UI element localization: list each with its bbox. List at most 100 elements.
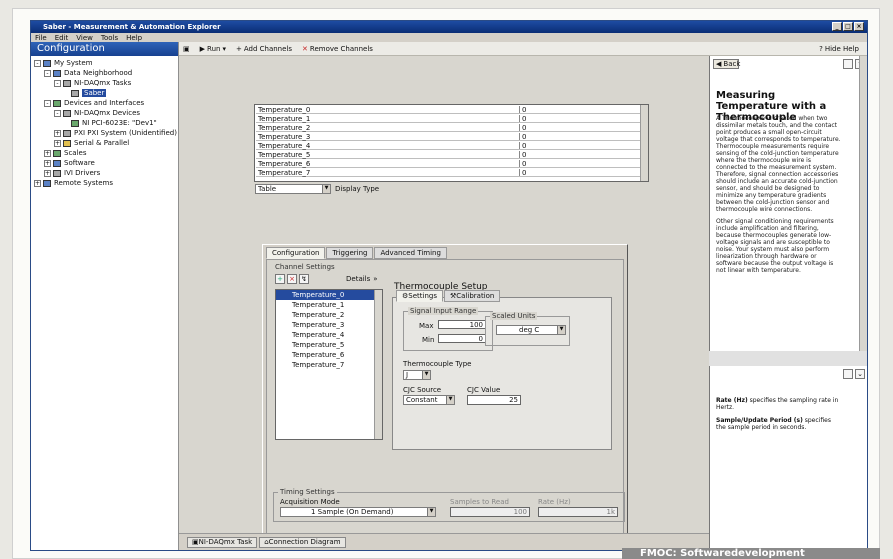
help-body: A Thermocouple is created when two dissi… — [716, 115, 841, 274]
tree-node-devices-interfaces[interactable]: - Devices and Interfaces — [31, 98, 178, 108]
tree-node-my-system[interactable]: - My System — [31, 58, 178, 68]
expand-icon[interactable]: + — [44, 169, 51, 177]
table-scrollbar[interactable] — [640, 105, 648, 181]
thermocouple-type-select[interactable]: J ▼ — [403, 370, 431, 380]
expand-icon[interactable]: + — [34, 179, 41, 187]
context-print-icon[interactable] — [843, 369, 853, 379]
table-row: Temperature_7 0 — [256, 169, 640, 177]
tree-label: PXI PXI System (Unidentified) — [74, 129, 177, 137]
run-label: Run — [207, 44, 221, 53]
list-item[interactable]: Temperature_0 — [276, 290, 382, 300]
calibration-label: Calibration — [456, 292, 495, 300]
help-scrollbar[interactable] — [859, 56, 867, 351]
list-item[interactable]: Temperature_6 — [276, 350, 382, 360]
tab-settings[interactable]: ⚙ Settings — [396, 290, 443, 302]
delete-channel-icon[interactable]: × — [287, 274, 297, 284]
list-item[interactable]: Temperature_7 — [276, 360, 382, 370]
tab-configuration[interactable]: Configuration — [266, 247, 326, 259]
expand-icon[interactable]: + — [54, 129, 61, 137]
tab-triggering[interactable]: Triggering — [326, 247, 374, 259]
task-icon: ▣ — [192, 538, 199, 546]
menu-edit[interactable]: Edit — [55, 34, 69, 42]
menu-view[interactable]: View — [76, 34, 93, 42]
expand-icon[interactable]: + — [44, 149, 51, 157]
details-control[interactable]: Details» — [346, 275, 378, 283]
list-item[interactable]: Temperature_5 — [276, 340, 382, 350]
channel-value: 0 — [522, 115, 527, 123]
tab-calibration[interactable]: ⚒ Calibration — [444, 290, 501, 302]
run-button[interactable]: ▶ Run ▾ — [200, 45, 226, 53]
display-type-label: Display Type — [335, 185, 380, 193]
min-input[interactable]: 0 — [438, 334, 486, 343]
tab-nidaqmx-task[interactable]: ▣ NI-DAQmx Task — [187, 536, 258, 548]
cjc-value-input[interactable]: 25 — [467, 395, 521, 405]
device-icon — [53, 99, 61, 107]
expand-icon[interactable]: + — [54, 139, 61, 147]
configuration-pane: Configuration - My System - Data Neighborh… — [31, 42, 179, 550]
remote-icon — [43, 179, 51, 187]
double-chevron-icon: » — [373, 275, 378, 283]
expand-icon[interactable]: + — [44, 159, 51, 167]
tree-node-serial-parallel[interactable]: + Serial & Parallel — [31, 138, 178, 148]
tree-label: NI PCI-6023E: "Dev1" — [82, 119, 157, 127]
list-item[interactable]: Temperature_4 — [276, 330, 382, 340]
tree-node-nidaqmx-tasks[interactable]: - NI-DAQmx Tasks — [31, 78, 178, 88]
units-select[interactable]: deg C ▼ — [496, 325, 566, 335]
close-button[interactable]: × — [854, 22, 864, 31]
acquisition-mode-select[interactable]: 1 Sample (On Demand) ▼ — [280, 507, 436, 517]
channel-value: 0 — [522, 151, 527, 159]
sample-help-title: Sample/Update Period (s) — [716, 417, 803, 424]
tree-node-ivi-drivers[interactable]: + IVI Drivers — [31, 168, 178, 178]
list-item[interactable]: Temperature_1 — [276, 300, 382, 310]
minimize-button[interactable]: _ — [832, 22, 842, 31]
list-item[interactable]: Temperature_3 — [276, 320, 382, 330]
tree-node-pxi-system[interactable]: + PXI PXI System (Unidentified) — [31, 128, 178, 138]
tree-node-pci-6023e[interactable]: NI PCI-6023E: "Dev1" — [31, 118, 178, 128]
tree-node-software[interactable]: + Software — [31, 158, 178, 168]
collapse-icon[interactable]: - — [54, 79, 61, 87]
channel-value: 0 — [522, 133, 527, 141]
collapse-icon[interactable]: - — [44, 69, 51, 77]
menu-help[interactable]: Help — [126, 34, 142, 42]
expand-help-icon[interactable]: ⌄ — [855, 369, 865, 379]
back-button[interactable]: ◀ Back — [713, 59, 740, 69]
save-button[interactable]: ▣ — [183, 45, 190, 53]
tree-node-saber[interactable]: Saber — [31, 88, 178, 98]
display-type-select[interactable]: Table ▼ — [255, 184, 331, 194]
rate-input[interactable]: 1k — [538, 507, 618, 517]
tab-connection-diagram[interactable]: ⌂ Connection Diagram — [259, 536, 346, 548]
print-icon[interactable] — [843, 59, 853, 69]
add-icon: + — [235, 44, 242, 53]
channel-list-scrollbar[interactable] — [374, 290, 382, 439]
tree-node-nidaqmx-devices[interactable]: - NI-DAQmx Devices — [31, 108, 178, 118]
max-input[interactable]: 100 — [438, 320, 486, 329]
tree-node-scales[interactable]: + Scales — [31, 148, 178, 158]
back-arrow-icon: ◀ — [716, 60, 722, 68]
tab-advanced-timing[interactable]: Advanced Timing — [374, 247, 447, 259]
channel-list[interactable]: Temperature_0 Temperature_1 Temperature_… — [275, 289, 383, 440]
menu-file[interactable]: File — [35, 34, 47, 42]
collapse-icon[interactable]: - — [54, 109, 61, 117]
maximize-button[interactable]: □ — [843, 22, 853, 31]
main-toolbar: ▣ ▶ Run ▾ + Add Channels ✕ Remove Channels ?… — [179, 42, 867, 56]
board-icon — [71, 119, 79, 127]
software-icon — [53, 159, 61, 167]
collapse-icon[interactable]: - — [44, 99, 51, 107]
collapse-icon[interactable]: - — [34, 59, 41, 67]
cjc-source-select[interactable]: Constant ▼ — [403, 395, 455, 405]
table-row: Temperature_6 0 — [256, 160, 640, 168]
channel-settings-icon[interactable]: ↯ — [299, 274, 309, 284]
help-pane: ◀Back ⌃ Measuring Temperature with a The… — [709, 56, 867, 550]
menu-tools[interactable]: Tools — [101, 34, 118, 42]
add-channel-icon[interactable]: + — [275, 274, 285, 284]
samples-to-read-input[interactable]: 100 — [450, 507, 530, 517]
tree-node-data-neighborhood[interactable]: - Data Neighborhood — [31, 68, 178, 78]
run-icon: ▶ — [199, 44, 206, 53]
tree-node-remote-systems[interactable]: + Remote Systems — [31, 178, 178, 188]
hide-help-button[interactable]: ? Hide Help — [819, 45, 859, 53]
add-channels-button[interactable]: + Add Channels — [236, 45, 292, 53]
channel-name: Temperature_4 — [256, 142, 520, 150]
list-item[interactable]: Temperature_2 — [276, 310, 382, 320]
tree-label: NI-DAQmx Tasks — [74, 79, 132, 87]
remove-channels-button[interactable]: ✕ Remove Channels — [302, 45, 373, 53]
